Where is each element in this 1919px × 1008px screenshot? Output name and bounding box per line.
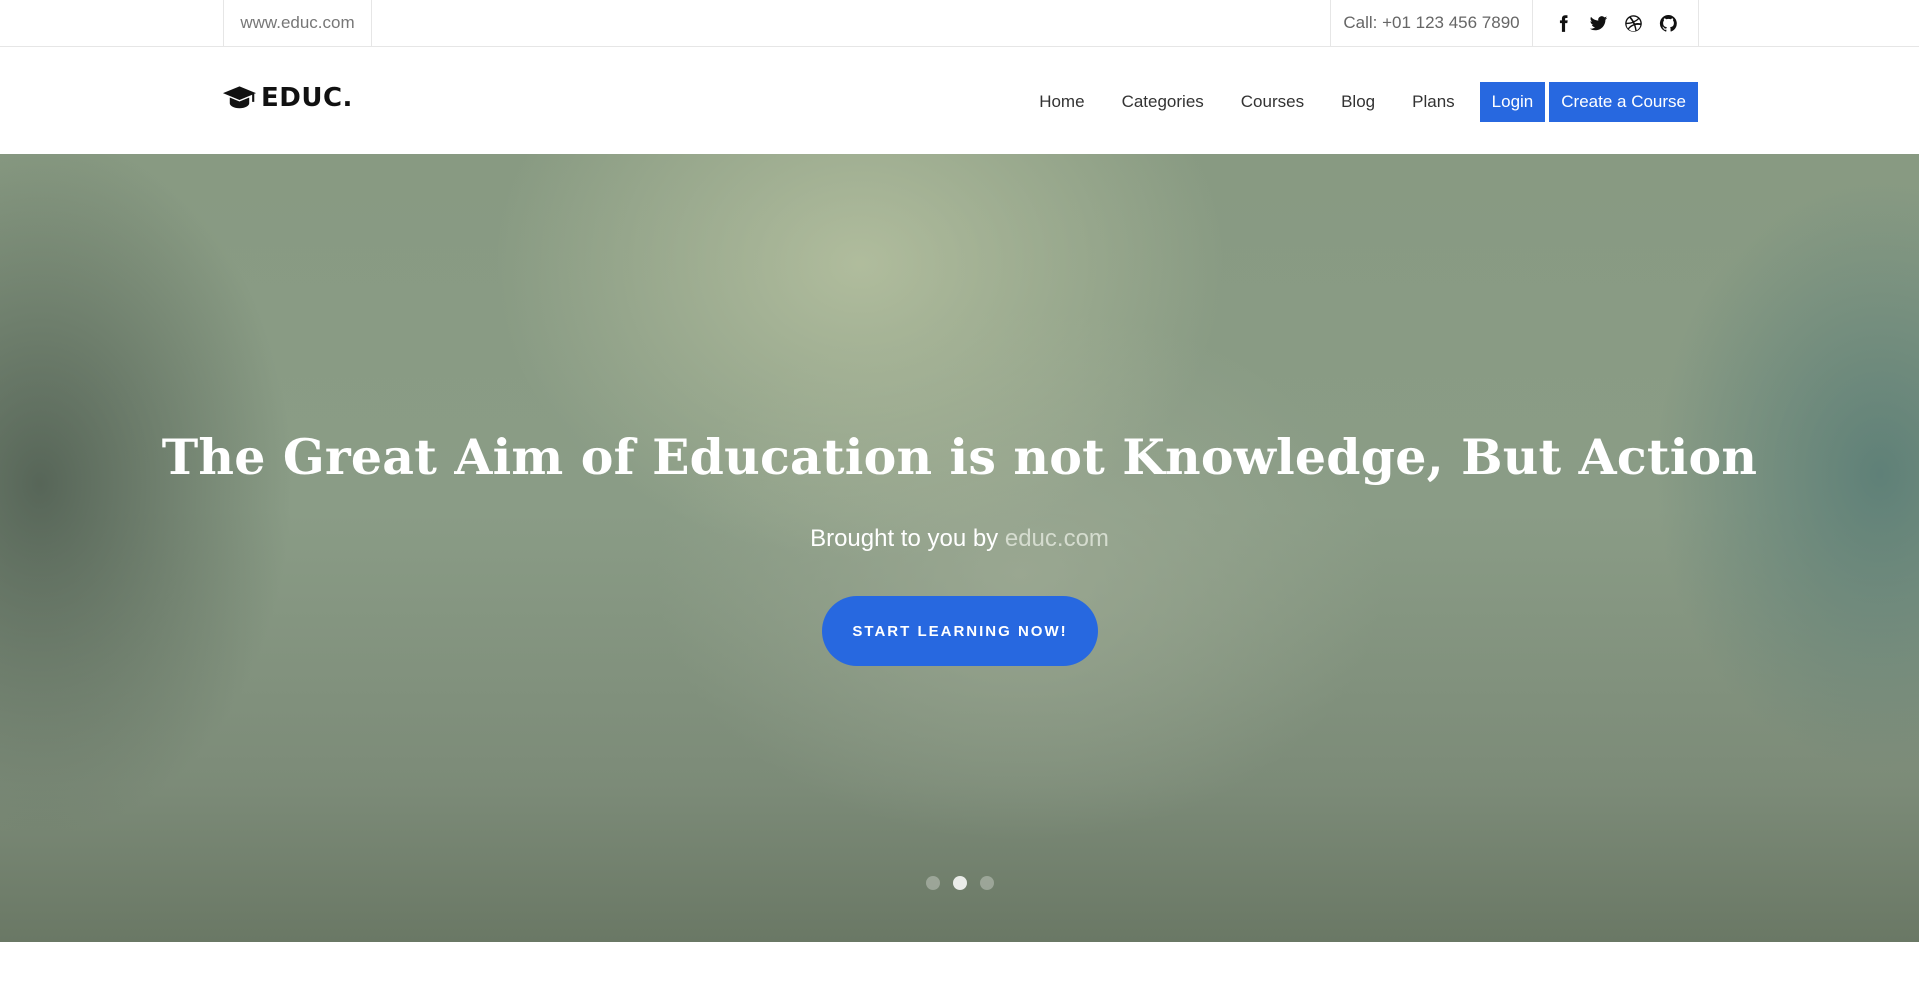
slider-dot-2[interactable] [952, 876, 967, 890]
github-icon[interactable] [1658, 13, 1679, 34]
main-header: EDUC. Home Categories Courses Blog Plans… [0, 47, 1919, 154]
site-logo[interactable]: EDUC. [222, 83, 353, 113]
graduation-cap-icon [222, 86, 257, 109]
phone-number: Call: +01 123 456 7890 [1330, 0, 1533, 46]
nav-courses[interactable]: Courses [1241, 92, 1304, 112]
nav-home[interactable]: Home [1039, 92, 1084, 112]
social-links [1533, 0, 1699, 46]
page-content-start [0, 942, 1919, 1008]
slider-dots [0, 876, 1919, 890]
slider-dot-3[interactable] [979, 876, 994, 890]
top-info-bar: www.educ.com Call: +01 123 456 7890 [0, 0, 1919, 47]
dribbble-icon[interactable] [1623, 13, 1644, 34]
nav-categories[interactable]: Categories [1122, 92, 1204, 112]
brand-name: EDUC. [261, 83, 353, 113]
create-course-button[interactable]: Create a Course [1549, 82, 1698, 122]
main-nav: Home Categories Courses Blog Plans Login… [1039, 82, 1698, 122]
facebook-icon[interactable] [1553, 13, 1574, 34]
nav-blog[interactable]: Blog [1341, 92, 1375, 112]
hero-title: The Great Aim of Education is not Knowle… [161, 428, 1758, 486]
twitter-icon[interactable] [1588, 13, 1609, 34]
hero-subtitle-link[interactable]: educ.com [1005, 525, 1109, 552]
start-learning-button[interactable]: START LEARNING NOW! [822, 596, 1098, 666]
nav-plans[interactable]: Plans [1412, 92, 1455, 112]
hero-subtitle: Brought to you by educ.com [0, 525, 1919, 553]
website-url[interactable]: www.educ.com [223, 0, 372, 46]
hero-slider: The Great Aim of Education is not Knowle… [0, 154, 1919, 942]
slider-dot-1[interactable] [925, 876, 940, 890]
hero-subtitle-prefix: Brought to you by [810, 525, 999, 552]
login-button[interactable]: Login [1479, 82, 1546, 122]
